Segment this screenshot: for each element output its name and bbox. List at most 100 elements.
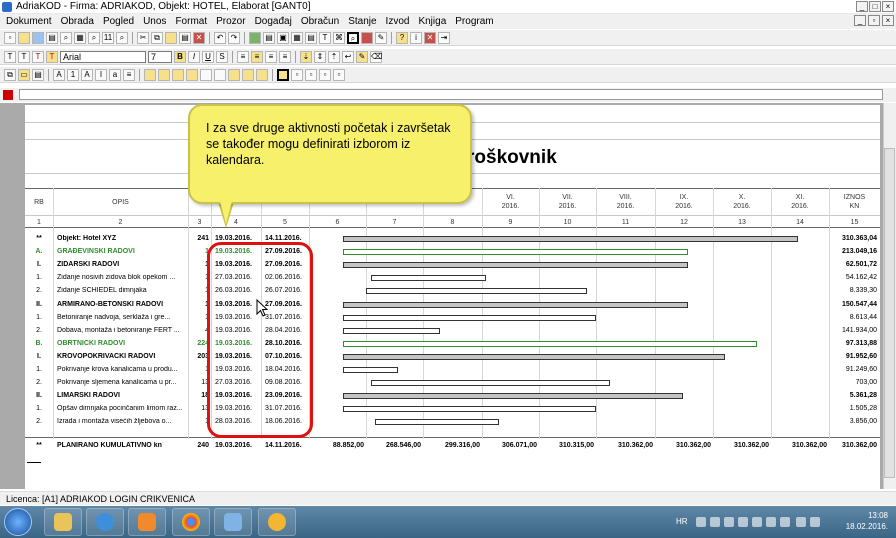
- text-highlight-icon[interactable]: T: [46, 50, 58, 63]
- help-icon[interactable]: ?: [396, 31, 408, 44]
- pen-icon[interactable]: ✎: [375, 31, 387, 44]
- tray-network-icon[interactable]: [710, 517, 720, 527]
- table-row[interactable]: 1. Opšav dimnjaka pocinčanim limom raz...…: [25, 403, 880, 416]
- cut-icon[interactable]: ✂: [137, 31, 149, 44]
- table-row[interactable]: 1. Zidanje nosivih zidova blok opekom ...…: [25, 272, 880, 285]
- save-icon[interactable]: [32, 31, 44, 44]
- frame-2-icon[interactable]: ▫: [291, 68, 303, 81]
- bold-icon[interactable]: B: [174, 50, 186, 63]
- page-setup-icon[interactable]: ▦: [74, 31, 86, 44]
- shade-9-icon[interactable]: [256, 68, 268, 81]
- gantt-bar[interactable]: [366, 288, 587, 295]
- menu-pogled[interactable]: Pogled: [103, 16, 134, 27]
- font-size-select[interactable]: 7: [148, 50, 172, 63]
- frame-5-icon[interactable]: ▫: [333, 68, 345, 81]
- menu-program[interactable]: Program: [455, 16, 493, 27]
- font-size-icon[interactable]: 11: [102, 31, 114, 44]
- doc-restore-button[interactable]: ▫: [868, 15, 880, 26]
- gantt-bar[interactable]: [343, 393, 684, 400]
- exit-icon[interactable]: ⇥: [438, 31, 450, 44]
- new-doc-icon[interactable]: ▫: [4, 31, 16, 44]
- explorer-taskbar-icon[interactable]: [44, 508, 82, 536]
- refresh-icon[interactable]: [249, 31, 261, 44]
- maximize-button[interactable]: □: [869, 1, 881, 12]
- gantt-bar[interactable]: [343, 327, 440, 334]
- shade-7-icon[interactable]: [228, 68, 240, 81]
- menu-format[interactable]: Format: [175, 16, 207, 27]
- table-row[interactable]: I. ZIDARSKI RADOVI 1 19.03.2016. 27.09.2016.…: [25, 259, 880, 272]
- menu-obracun[interactable]: Obračun: [301, 16, 339, 27]
- menu-dogadaj[interactable]: Događaj: [255, 16, 292, 27]
- cell-start-date[interactable]: 19.03.2016.: [215, 235, 252, 242]
- tray-app2-icon[interactable]: [780, 517, 790, 527]
- outline-list-icon[interactable]: ≡: [123, 68, 135, 81]
- gantt-bar[interactable]: [370, 380, 610, 387]
- gantt-bar[interactable]: [343, 340, 757, 347]
- gantt-bar[interactable]: [343, 314, 596, 321]
- link-icon[interactable]: ⌘: [333, 31, 345, 44]
- text-icon[interactable]: T: [319, 31, 331, 44]
- menu-izvod[interactable]: Izvod: [386, 16, 410, 27]
- shade-5-icon[interactable]: [200, 68, 212, 81]
- cell-end-date[interactable]: 14.11.2016.: [265, 235, 302, 242]
- gantt-bar[interactable]: [343, 262, 688, 269]
- gantt-bar[interactable]: [343, 301, 688, 308]
- table-row[interactable]: 2. Dobava, montaža i betoniranje FERT ...…: [25, 325, 880, 338]
- redo-icon[interactable]: ↷: [228, 31, 240, 44]
- table-row[interactable]: 2. Zidanje SCHIEDEL dimnjaka 1 26.03.2016. 2…: [25, 285, 880, 298]
- outline-1-icon[interactable]: 1: [67, 68, 79, 81]
- gantt-bar[interactable]: [370, 275, 486, 282]
- language-indicator[interactable]: HR: [676, 517, 688, 526]
- table-icon[interactable]: ▦: [291, 31, 303, 44]
- menu-unos[interactable]: Unos: [143, 16, 166, 27]
- frame-1-icon[interactable]: [277, 68, 289, 81]
- shade-3-icon[interactable]: [172, 68, 184, 81]
- text-style2-icon[interactable]: T: [18, 50, 30, 63]
- outline-a-icon[interactable]: A: [53, 68, 65, 81]
- table-row[interactable]: II. LIMARSKI RADOVI 18 19.03.2016. 23.09.201…: [25, 390, 880, 403]
- media-player-taskbar-icon[interactable]: [128, 508, 166, 536]
- gantt-bar[interactable]: [343, 249, 688, 256]
- table-row[interactable]: A. GRAĐEVINSKI RADOVI 1 19.03.2016. 27.09.20…: [25, 246, 880, 259]
- outline-a2-icon[interactable]: A: [81, 68, 93, 81]
- outline-a3-icon[interactable]: a: [109, 68, 121, 81]
- copy-icon[interactable]: ⧉: [151, 31, 163, 44]
- align-left-icon[interactable]: ≡: [237, 50, 249, 63]
- table-row[interactable]: 1. Betoniranje nadvoja, serklaža i gre...…: [25, 312, 880, 325]
- tray-arrow-icon[interactable]: [796, 517, 806, 527]
- windows-start-icon[interactable]: [4, 508, 32, 536]
- text-color-icon[interactable]: T: [32, 50, 44, 63]
- tray-app-icon[interactable]: [724, 517, 734, 527]
- italic-icon[interactable]: I: [188, 50, 200, 63]
- paste-icon[interactable]: [165, 31, 177, 44]
- align-right-icon[interactable]: ≡: [265, 50, 277, 63]
- menu-knjiga[interactable]: Knjiga: [418, 16, 446, 27]
- valign-center-icon[interactable]: ⇕: [314, 50, 326, 63]
- undo-icon[interactable]: ↶: [214, 31, 226, 44]
- shade-1-icon[interactable]: [144, 68, 156, 81]
- gantt-bar[interactable]: [343, 236, 799, 242]
- delete-icon[interactable]: ✕: [193, 31, 205, 44]
- print-preview-icon[interactable]: ⌕: [60, 31, 72, 44]
- shade-2-icon[interactable]: [158, 68, 170, 81]
- print-icon[interactable]: ▤: [46, 31, 58, 44]
- minimize-button[interactable]: _: [856, 1, 868, 12]
- wrap-icon[interactable]: ↩: [342, 50, 354, 63]
- gantt-bar[interactable]: [343, 353, 725, 360]
- ie-taskbar-icon[interactable]: [86, 508, 124, 536]
- table-row[interactable]: 2. Izrada i montaža visećih žljebova o...…: [25, 416, 880, 429]
- shade-8-icon[interactable]: [242, 68, 254, 81]
- open-folder-icon[interactable]: [18, 31, 30, 44]
- table-row[interactable]: B. OBRTNIČKI RADOVI 224 19.03.2016. 28.10.20…: [25, 338, 880, 351]
- calc-icon[interactable]: ▤: [305, 31, 317, 44]
- frame-3-icon[interactable]: ▫: [305, 68, 317, 81]
- valign-top-icon[interactable]: ⇡: [328, 50, 340, 63]
- justify-icon[interactable]: ≡: [279, 50, 291, 63]
- valign-icon[interactable]: ⇣: [300, 50, 312, 63]
- shade-6-icon[interactable]: [214, 68, 226, 81]
- tray-info-icon[interactable]: [766, 517, 776, 527]
- adriakod-taskbar-icon[interactable]: [214, 508, 252, 536]
- clock[interactable]: 13:08 18.02.2016.: [846, 510, 888, 532]
- scan-icon[interactable]: ⌕: [347, 31, 359, 44]
- close-button[interactable]: ×: [882, 1, 894, 12]
